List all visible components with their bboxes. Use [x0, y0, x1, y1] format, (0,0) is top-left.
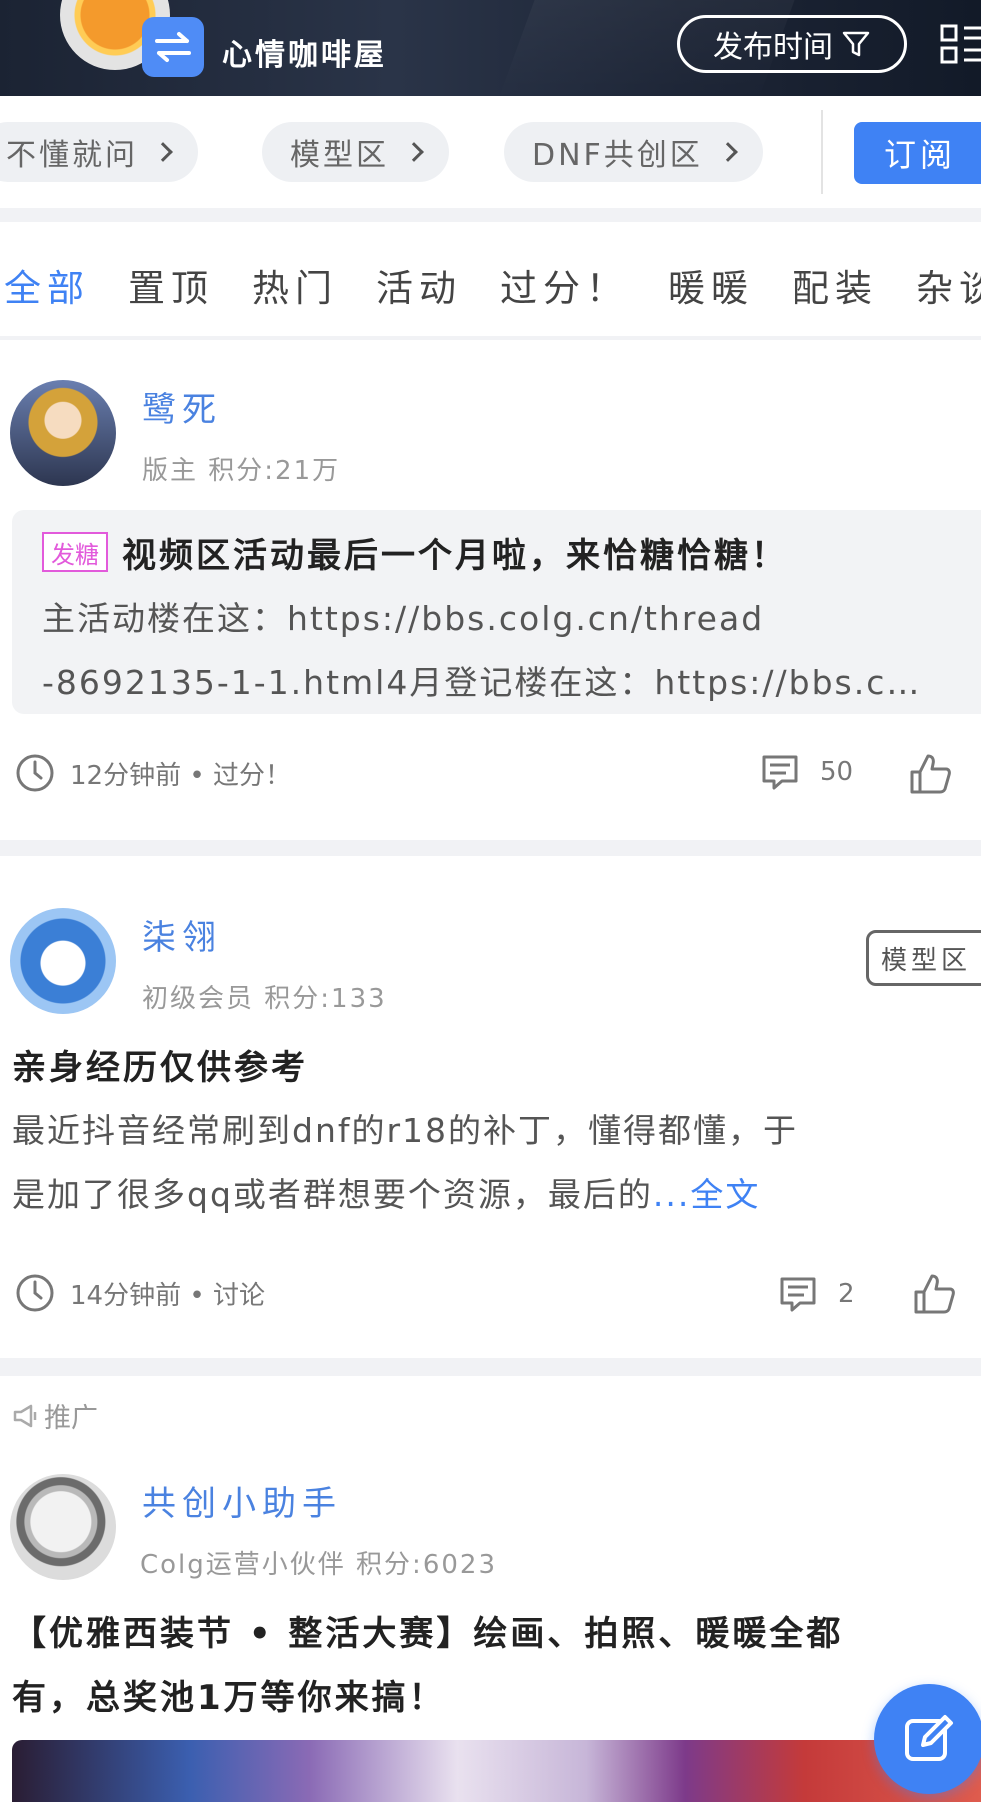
username[interactable]: 柒翎 [142, 910, 222, 959]
category-tabs: 全部 置顶 热门 活动 过分！ 暖暖 配装 杂谈 [0, 222, 981, 338]
comment-count-value: 50 [820, 757, 854, 787]
subforum-chip-label: 模型区 [290, 138, 389, 173]
subforum-chip-label: DNF共创区 [532, 138, 703, 173]
tab-pinned[interactable]: 置顶 [128, 258, 214, 312]
post-title-line[interactable]: 【优雅西装节 • 整活大赛】绘画、拍照、暖暖全都 [12, 1606, 843, 1655]
chevron-right-icon [717, 142, 738, 162]
post-time-text: 12分钟前 • 过分！ [70, 760, 291, 791]
tab-nuannuan[interactable]: 暖暖 [668, 258, 754, 312]
post-time-category: 14分钟前 • 讨论 [14, 1272, 265, 1314]
comment-count-value: 2 [838, 1279, 855, 1309]
switch-forum-button[interactable] [142, 17, 204, 77]
post-cover-image[interactable] [12, 1740, 981, 1802]
post-divider [0, 840, 981, 856]
user-rank-points: 初级会员 积分:133 [142, 984, 387, 1014]
clock-icon [16, 754, 54, 792]
tab-hot[interactable]: 热门 [252, 258, 338, 312]
filter-icon [842, 31, 870, 57]
subforum-chip-questions[interactable]: 不懂就问 [0, 122, 198, 182]
subforum-chip-label: 不懂就问 [6, 138, 138, 173]
read-full-link[interactable]: ...全文 [653, 1175, 760, 1214]
tabs-divider [0, 336, 981, 340]
post-title[interactable]: 亲身经历仅供参考 [12, 1040, 308, 1089]
subforum-chip-dnf-cocreate[interactable]: DNF共创区 [504, 122, 763, 182]
section-divider [0, 208, 981, 222]
sort-button-label: 发布时间 [713, 30, 833, 65]
post-title-line[interactable]: 有，总奖池1万等你来搞！ [12, 1670, 446, 1719]
tab-events[interactable]: 活动 [376, 258, 462, 312]
promoted-label: 推广 [12, 1396, 98, 1435]
list-view-icon[interactable] [940, 22, 981, 66]
edit-icon [905, 1715, 953, 1761]
username[interactable]: 鹭死 [142, 382, 222, 431]
post-time-category: 12分钟前 • 过分！ [14, 752, 291, 794]
forum-header: 心情咖啡屋 发布时间 [0, 0, 981, 96]
forum-name: 心情咖啡屋 [222, 38, 387, 73]
chevron-right-icon [404, 142, 424, 162]
clock-icon [16, 1274, 54, 1312]
post-tag: 发糖 [42, 532, 108, 572]
post-title[interactable]: 视频区活动最后一个月啦，来恰糖恰糖！ [122, 528, 788, 577]
comment-icon [762, 755, 798, 790]
megaphone-icon [13, 1404, 37, 1427]
subforum-chip-models[interactable]: 模型区 [262, 122, 449, 182]
subforum-row: 不懂就问 模型区 DNF共创区 [0, 96, 981, 208]
tab-too-much[interactable]: 过分！ [500, 258, 629, 312]
subscribe-button[interactable]: 订阅 [854, 122, 981, 184]
username[interactable]: 共创小助手 [142, 1476, 342, 1525]
sort-by-publish-time-button[interactable]: 发布时间 [677, 15, 907, 73]
post-time-text: 14分钟前 • 讨论 [70, 1280, 265, 1311]
user-rank-points: Colg运营小伙伴 积分:6023 [140, 1550, 497, 1580]
post-excerpt-line: 是加了很多qq或者群想要个资源，最后的...全文 [12, 1168, 760, 1216]
comment-count[interactable]: 50 [760, 752, 853, 792]
tab-chat[interactable]: 杂谈 [916, 258, 981, 312]
board-badge[interactable]: 模型区 [866, 930, 981, 986]
user-avatar[interactable] [10, 1474, 116, 1580]
tab-all[interactable]: 全部 [4, 258, 90, 312]
post-excerpt-line: 最近抖音经常刷到dnf的r18的补丁，懂得都懂，于 [12, 1111, 799, 1150]
post-excerpt-text: 是加了很多qq或者群想要个资源，最后的 [12, 1175, 653, 1214]
swap-arrows-icon [155, 32, 191, 62]
tab-builds[interactable]: 配装 [792, 258, 878, 312]
user-avatar[interactable] [10, 380, 116, 486]
promoted-label-text: 推广 [44, 1403, 98, 1434]
post-divider [0, 1358, 981, 1376]
like-icon[interactable] [908, 752, 952, 796]
user-rank-points: 版主 积分:21万 [142, 456, 341, 486]
post-excerpt-line: -8692135-1-1.html4月登记楼在这：https://bbs.c… [42, 663, 922, 702]
new-post-button[interactable] [874, 1684, 981, 1794]
subforum-divider [821, 110, 823, 194]
like-icon[interactable] [912, 1272, 956, 1316]
user-avatar[interactable] [10, 908, 116, 1014]
comment-count[interactable]: 2 [778, 1274, 855, 1314]
comment-icon [780, 1277, 816, 1312]
post-excerpt-line: 主活动楼在这：https://bbs.colg.cn/thread [42, 599, 765, 638]
chevron-right-icon [153, 142, 173, 162]
